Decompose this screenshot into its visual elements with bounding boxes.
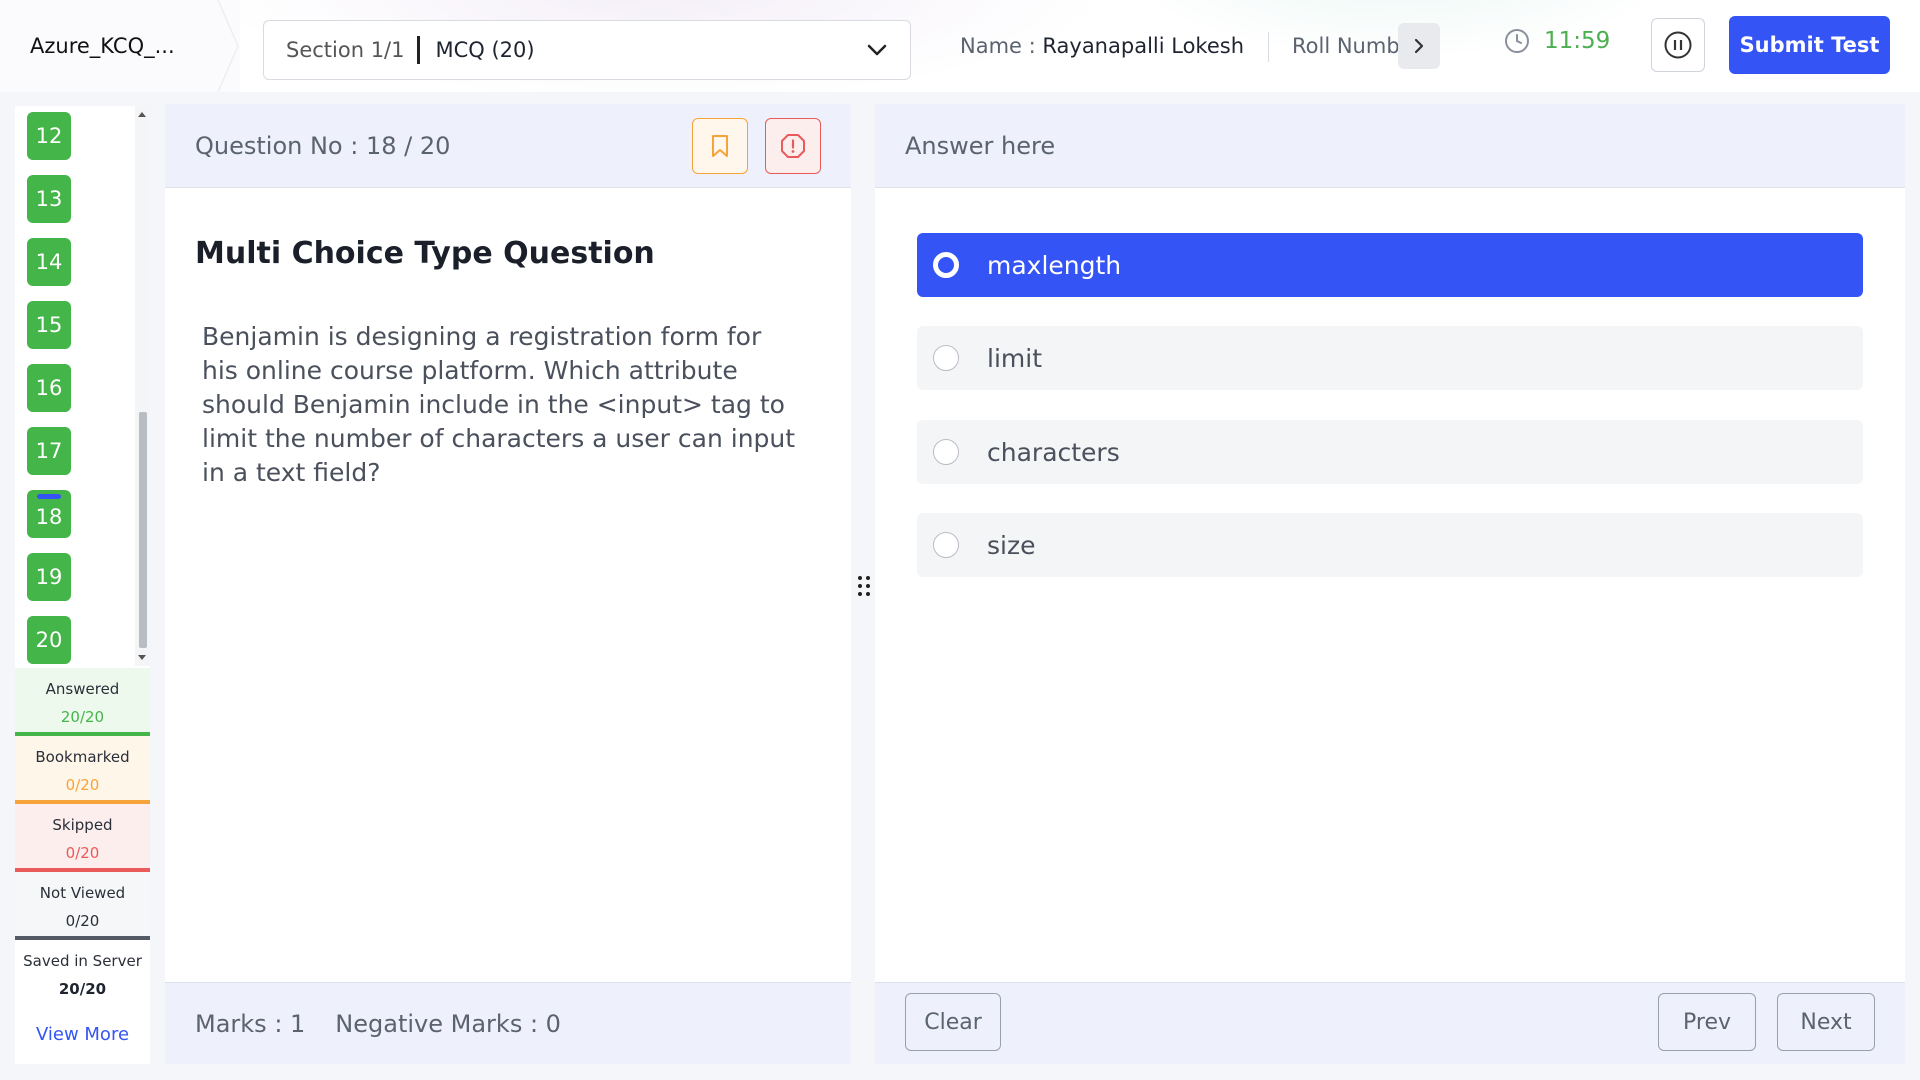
header-scroll-right-button[interactable] [1398,23,1440,69]
question-number: 12 [35,124,63,148]
question-list: 12 13 14 15 16 17 18 19 20 [15,106,135,666]
question-number: 15 [35,313,63,337]
timer-value: 11:59 [1544,28,1611,54]
question-button[interactable]: 15 [27,301,71,349]
stat-label: Bookmarked [35,748,130,766]
name-label: Name : [960,34,1043,58]
panel-resize-handle-icon[interactable] [857,575,871,597]
answer-header: Answer here [875,104,1905,188]
question-number: 18 [35,505,63,529]
pause-button[interactable] [1651,18,1705,72]
radio-button[interactable] [933,252,959,278]
question-number: 20 [35,628,63,652]
pause-icon [1664,31,1692,59]
radio-button[interactable] [933,345,959,371]
prev-button[interactable]: Prev [1658,993,1756,1051]
saved-in-server-stat: Saved in Server 20/20 [15,940,150,1008]
question-number: 16 [35,376,63,400]
question-header: Question No : 18 / 20 [165,104,851,188]
section-label: Section 1/1 [286,38,405,62]
stat-label: Not Viewed [39,884,126,902]
top-header: Azure_KCQ_... Section 1/1 MCQ (20) Name … [0,0,1920,92]
bookmark-icon [712,135,728,157]
stat-label: Answered [45,680,120,698]
answer-option[interactable]: size [917,513,1863,577]
bookmark-button[interactable] [692,118,748,174]
question-number-label: Question No : 18 / 20 [195,132,451,160]
question-button[interactable]: 17 [27,427,71,475]
question-footer: Marks : 1 Negative Marks : 0 [165,982,851,1064]
stat-value: 20/20 [58,980,107,998]
answer-option[interactable]: characters [917,420,1863,484]
answer-title: Answer here [905,132,1056,160]
answered-stat: Answered 20/20 [15,668,150,736]
scroll-down-arrow-icon[interactable] [138,655,146,660]
marks-label: Marks : 1 [195,1009,306,1038]
question-list-scrollbar[interactable] [135,106,150,666]
question-button[interactable]: 12 [27,112,71,160]
question-type-heading: Multi Choice Type Question [195,236,655,271]
scroll-up-arrow-icon[interactable] [138,112,146,117]
negative-marks-label: Negative Marks : 0 [335,1009,561,1038]
roll-label: Roll Number [1292,34,1400,58]
next-button[interactable]: Next [1777,993,1875,1051]
roll-number: Roll Number [1292,34,1400,58]
candidate-name: Name : Rayanapalli Lokesh [960,34,1244,58]
question-number: 17 [35,439,63,463]
bookmarked-stat: Bookmarked 0/20 [15,736,150,804]
answer-footer: Clear Prev Next [875,982,1905,1064]
test-name-label: Azure_KCQ_... [30,34,175,58]
section-divider [416,36,420,64]
radio-button[interactable] [933,439,959,465]
option-label: maxlength [987,250,1122,280]
submit-test-button[interactable]: Submit Test [1729,16,1890,74]
clear-button[interactable]: Clear [905,993,1001,1051]
question-button[interactable]: 20 [27,616,71,664]
question-sidebar: 12 13 14 15 16 17 18 19 20 Answered 20/2… [15,106,150,1064]
chevron-right-icon [1414,38,1424,54]
stat-value: 0/20 [65,912,100,930]
chevron-divider-icon [200,0,239,92]
question-button-current[interactable]: 18 [27,490,71,538]
current-question-marker [37,494,61,499]
section-value: MCQ (20) [435,38,535,62]
question-text: Benjamin is designing a registration for… [202,322,796,487]
chevron-down-icon [867,44,887,56]
name-value: Rayanapalli Lokesh [1042,34,1245,58]
stat-value: 0/20 [65,776,100,794]
question-panel: Question No : 18 / 20 Multi Choice Type … [165,104,851,1064]
question-number: 14 [35,250,63,274]
not-viewed-stat: Not Viewed 0/20 [15,872,150,940]
stat-value: 20/20 [60,708,105,726]
report-button[interactable] [765,118,821,174]
answer-option[interactable]: limit [917,326,1863,390]
radio-button[interactable] [933,532,959,558]
answer-option-selected[interactable]: maxlength [917,233,1863,297]
stat-value: 0/20 [65,844,100,862]
header-separator [1268,32,1269,62]
question-number: 13 [35,187,63,211]
question-button[interactable]: 13 [27,175,71,223]
answer-panel: Answer here maxlength limit characters s… [875,104,1905,1064]
option-label: limit [987,343,1042,373]
stat-label: Skipped [52,816,113,834]
clock-icon [1505,29,1529,53]
timer: 11:59 [1504,28,1610,54]
view-more-link[interactable]: View More [15,1024,150,1045]
question-button[interactable]: 14 [27,238,71,286]
option-label: size [987,530,1036,560]
question-button[interactable]: 16 [27,364,71,412]
scrollbar-thumb[interactable] [139,412,147,648]
stat-label: Saved in Server [23,952,142,970]
option-label: characters [987,437,1120,467]
section-dropdown[interactable]: Section 1/1 MCQ (20) [263,20,911,80]
alert-octagon-icon [781,134,805,158]
question-button[interactable]: 19 [27,553,71,601]
question-number: 19 [35,565,63,589]
skipped-stat: Skipped 0/20 [15,804,150,872]
